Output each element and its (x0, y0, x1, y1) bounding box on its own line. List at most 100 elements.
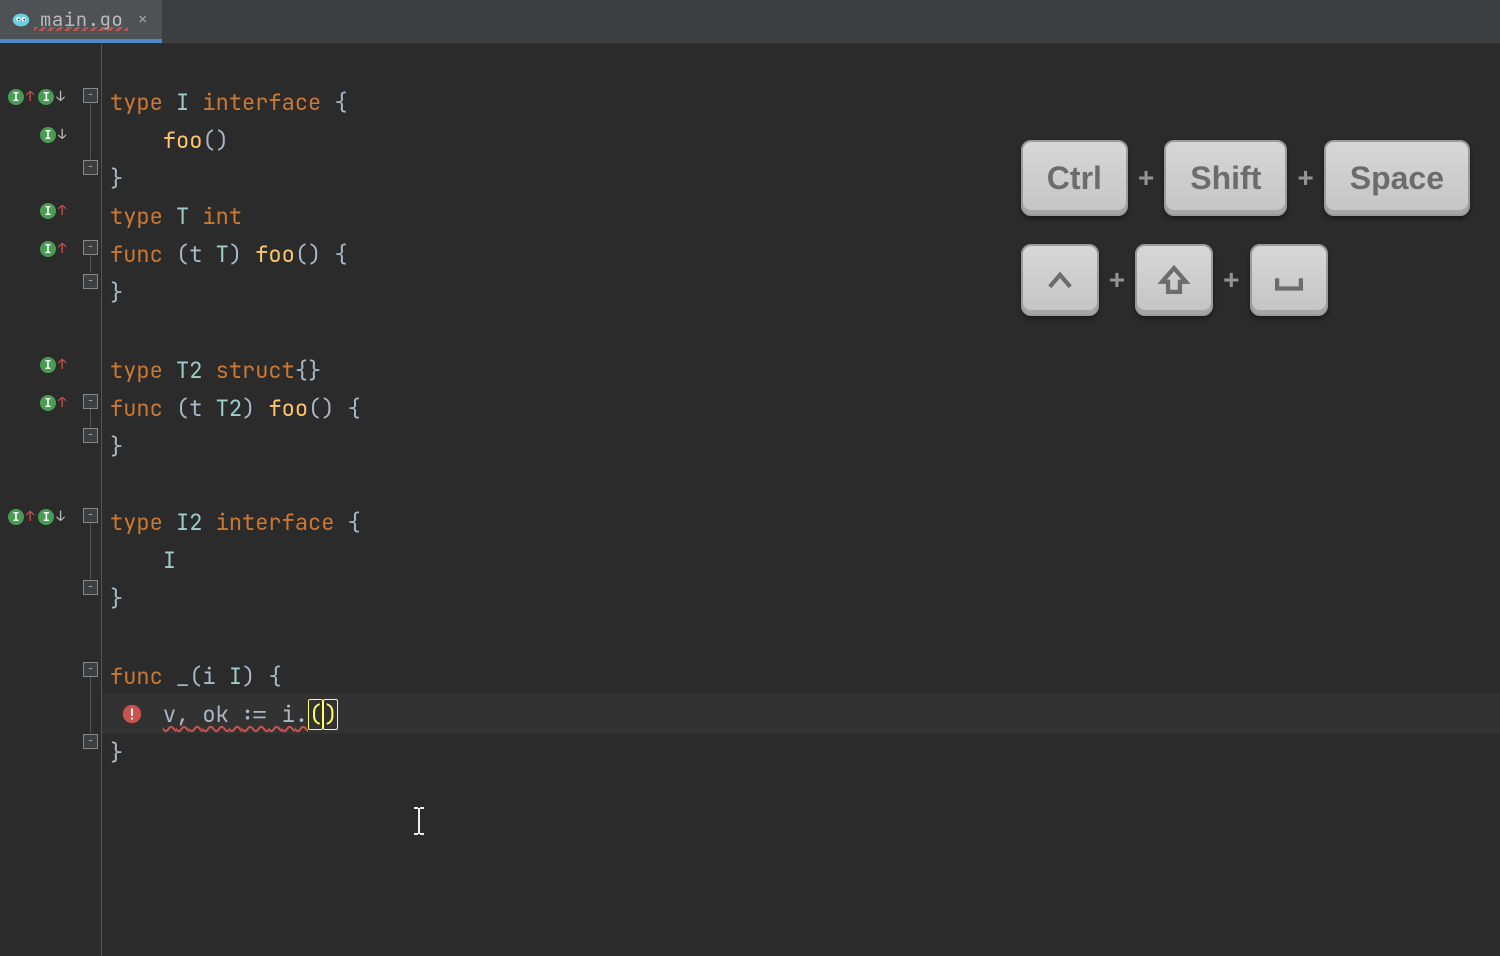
brace: } (110, 432, 123, 461)
parens: () (295, 240, 321, 269)
fold-guide (90, 677, 91, 733)
gutter-marker[interactable]: I↓ (40, 126, 66, 144)
paren-matched: ( (308, 699, 323, 730)
code-line-current[interactable]: v, ok := i.() (102, 694, 1500, 734)
fold-toggle[interactable]: − (83, 508, 98, 523)
go-file-icon (10, 9, 32, 31)
type-keyword: int (202, 202, 242, 231)
fold-toggle[interactable]: − (83, 428, 98, 443)
type-name: T2 (176, 356, 202, 385)
gutter-marker[interactable]: I↑I↓ (8, 88, 65, 106)
gutter-marker[interactable]: I↑ (40, 394, 66, 412)
paren-matched: ) (323, 699, 338, 730)
keyword: type (110, 88, 163, 117)
key-shift: Shift (1164, 140, 1287, 216)
shortcut-overlay: Ctrl + Shift + Space + + (1021, 140, 1470, 316)
fold-guide (90, 255, 91, 273)
func-name: foo (255, 240, 295, 269)
dot: . (295, 700, 308, 729)
fold-column: − − − − − − − − − − (80, 44, 102, 956)
tab-bar: main.go × (0, 0, 1500, 44)
code-line[interactable]: func _(i I) { (102, 656, 1500, 696)
key-space-icon (1250, 244, 1328, 316)
code-line[interactable]: type I2 interface { (102, 502, 1500, 542)
fold-toggle[interactable]: − (83, 734, 98, 749)
key-shift-icon (1135, 244, 1213, 316)
keyword: type (110, 508, 163, 537)
code-line[interactable]: func (t T2) foo() { (102, 388, 1500, 428)
code-line[interactable]: I (102, 540, 1500, 580)
paren: ( (176, 394, 189, 423)
error-bulb-icon[interactable] (120, 702, 144, 726)
parens: () (308, 394, 334, 423)
shortcut-row-text: Ctrl + Shift + Space (1021, 140, 1470, 216)
paren: ( (176, 240, 189, 269)
ident: ok (202, 700, 228, 729)
fold-toggle[interactable]: − (83, 240, 98, 255)
code-line[interactable]: } (102, 578, 1500, 618)
plus-icon: + (1109, 264, 1125, 296)
keyword: type (110, 356, 163, 385)
close-tab-icon[interactable]: × (137, 8, 148, 31)
code-line[interactable]: } (102, 732, 1500, 772)
blank-ident: _ (176, 662, 189, 691)
ident: i (282, 700, 295, 729)
comma: , (176, 700, 189, 729)
fold-toggle[interactable]: − (83, 394, 98, 409)
keyword: func (110, 394, 163, 423)
type-name: T (216, 240, 229, 269)
brace: { (334, 88, 347, 117)
func-name: foo (163, 126, 203, 155)
brace: { (348, 508, 361, 537)
code-line[interactable]: } (102, 426, 1500, 466)
keyword: interface (216, 508, 335, 537)
keyword: func (110, 662, 163, 691)
plus-icon: + (1297, 162, 1313, 194)
keyword: struct (216, 356, 295, 385)
braces: {} (295, 356, 321, 385)
type-name: I2 (176, 508, 202, 537)
fold-toggle[interactable]: − (83, 274, 98, 289)
paren: ( (189, 662, 202, 691)
paren: ) (242, 662, 255, 691)
type-name: I (229, 662, 242, 691)
brace: { (268, 662, 281, 691)
receiver: t (189, 240, 202, 269)
tab-error-underline (34, 27, 128, 31)
key-space: Space (1324, 140, 1470, 216)
paren: ) (242, 394, 255, 423)
fold-toggle[interactable]: − (83, 662, 98, 677)
paren: ) (229, 240, 242, 269)
shortcut-row-icons: + + (1021, 244, 1470, 316)
gutter-marker[interactable]: I↑ (40, 202, 66, 220)
assign: := (242, 700, 268, 729)
keyword: func (110, 240, 163, 269)
fold-toggle[interactable]: − (83, 88, 98, 103)
param: i (202, 662, 215, 691)
fold-toggle[interactable]: − (83, 160, 98, 175)
brace: } (110, 164, 123, 193)
key-ctrl: Ctrl (1021, 140, 1128, 216)
fold-guide (90, 103, 91, 159)
gutter-marker[interactable]: I↑ (40, 356, 66, 374)
plus-icon: + (1223, 264, 1239, 296)
type-name: T2 (216, 394, 242, 423)
fold-toggle[interactable]: − (83, 580, 98, 595)
keyword: type (110, 202, 163, 231)
code-line[interactable]: type T2 struct{} (102, 350, 1500, 390)
gutter-marker[interactable]: I↑I↓ (8, 508, 65, 526)
code-line[interactable]: type I interface { (102, 82, 1500, 122)
file-tab-main-go[interactable]: main.go × (0, 0, 162, 43)
gutter-marker[interactable]: I↑ (40, 240, 66, 258)
gutter: I↑I↓ I↓ I↑ I↑ I↑ I↑ I↑I↓ (0, 44, 80, 956)
brace: } (110, 584, 123, 613)
text-cursor-icon (412, 806, 426, 836)
fold-guide (90, 523, 91, 579)
plus-icon: + (1138, 162, 1154, 194)
brace: { (334, 240, 347, 269)
type-name: T (176, 202, 189, 231)
keyword: interface (202, 88, 321, 117)
receiver: t (189, 394, 202, 423)
brace: { (348, 394, 361, 423)
type-name: I (176, 88, 189, 117)
